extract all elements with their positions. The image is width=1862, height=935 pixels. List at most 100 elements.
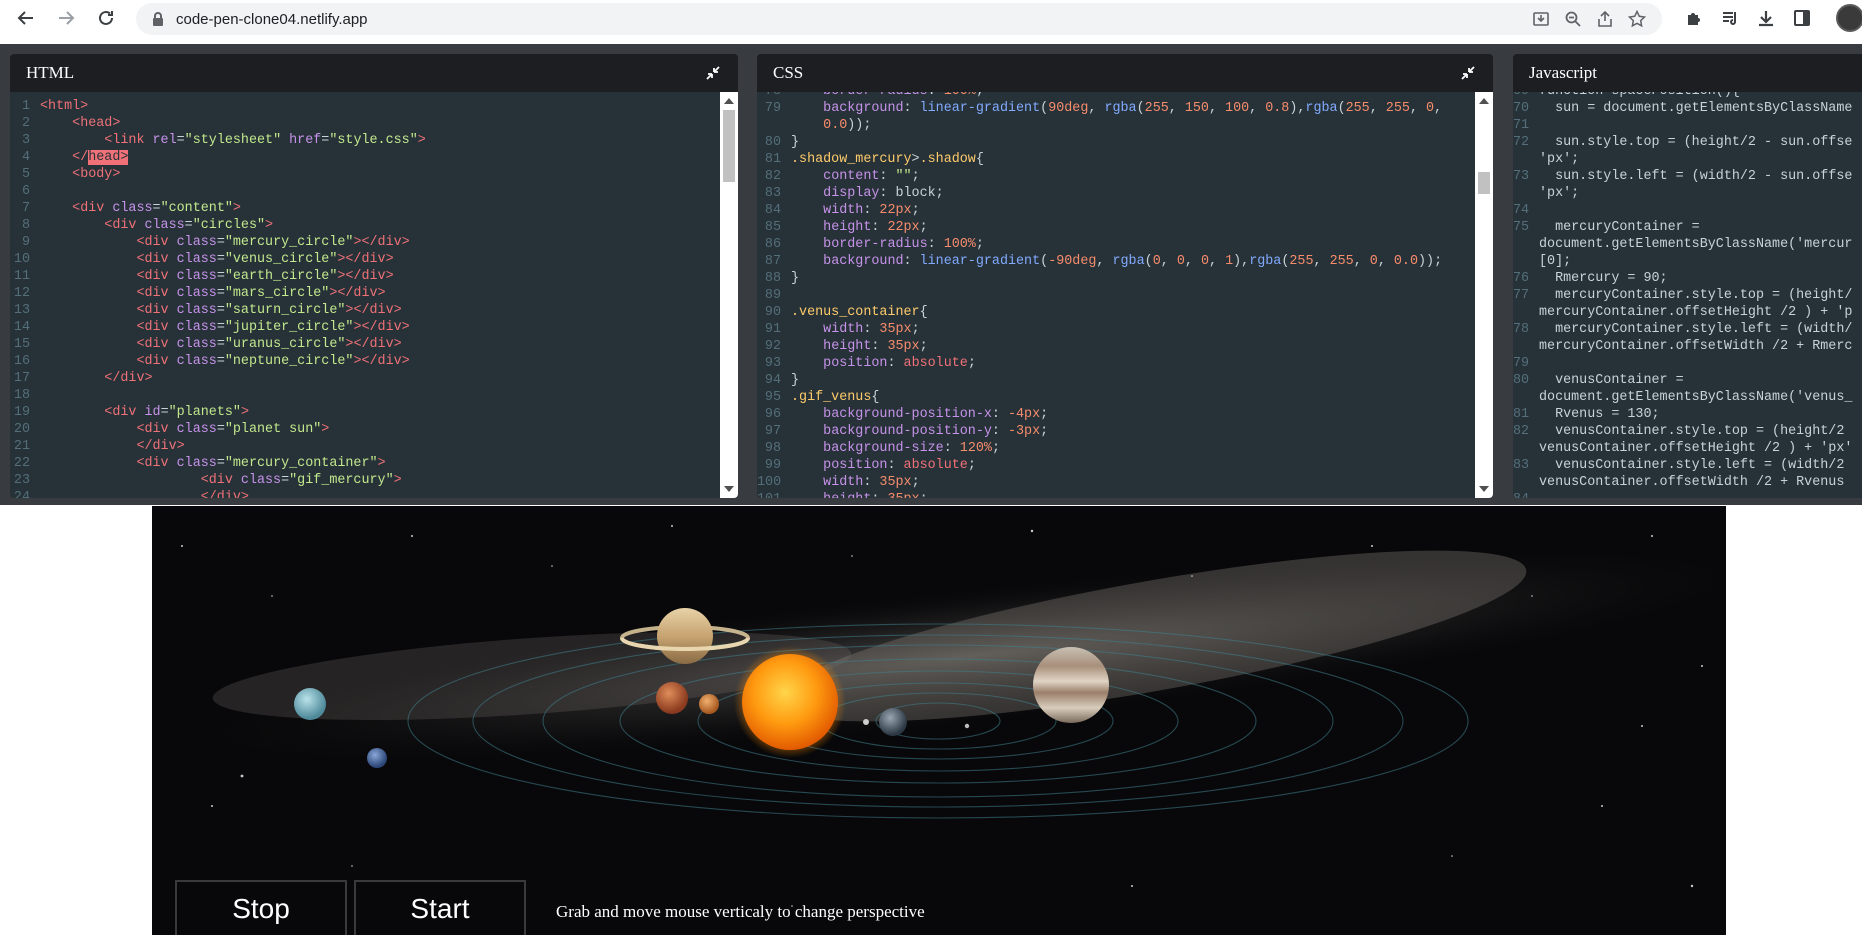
code-text: <div class="saturn_circle"></div>	[136, 303, 402, 318]
zoom-icon[interactable]	[1562, 8, 1584, 30]
code-line: 5 <body>	[10, 166, 720, 183]
code-text: document.getElementsByClassName('mercur	[1539, 237, 1853, 252]
download-icon[interactable]	[1752, 4, 1780, 32]
media-queue-icon[interactable]	[1716, 4, 1744, 32]
line-number: 100	[757, 475, 782, 490]
code-line: 71	[1513, 117, 1862, 134]
extensions-puzzle-icon[interactable]	[1680, 4, 1708, 32]
code-text: }	[791, 271, 800, 286]
code-text: width: 22px;	[823, 203, 920, 218]
code-text: mercuryContainer =	[1539, 220, 1700, 235]
code-line: 82 content: "";	[757, 168, 1475, 185]
code-text: <div class="planet sun">	[136, 422, 330, 437]
code-line: 74	[1513, 202, 1862, 219]
css-panel-header: CSS	[757, 54, 1493, 92]
code-line: 84 width: 22px;	[757, 202, 1475, 219]
line-number: 17	[13, 371, 30, 386]
code-text: </div>	[104, 371, 153, 386]
html-code-editor[interactable]: 1 <html> 2 <head> 3 <link rel="stylesheet" …	[10, 92, 738, 498]
line-number: 86	[764, 237, 781, 252]
line-number: 88	[764, 271, 781, 286]
code-text: <div class="uranus_circle"></div>	[136, 337, 402, 352]
line-number: 78	[1513, 322, 1530, 337]
url-text: code-pen-clone04.netlify.app	[176, 10, 368, 28]
html-panel: HTML 1 <html> 2 <head> 3 <link rel="stylesh…	[10, 54, 738, 498]
line-number: 90	[764, 305, 781, 320]
code-line: 98 background-size: 120%;	[757, 440, 1475, 457]
code-line: 14 <div class="jupiter_circle"></div>	[10, 319, 720, 336]
code-line: 15 <div class="uranus_circle"></div>	[10, 336, 720, 353]
code-text: border-radius: 100%;	[791, 92, 984, 100]
code-line: 80}	[757, 134, 1475, 151]
code-line: 97 background-position-y: -3px;	[757, 423, 1475, 440]
line-number: 89	[764, 288, 781, 303]
line-number: 23	[13, 473, 30, 488]
css-code-editor[interactable]: 78 border-radius: 100%;79 background: li…	[757, 92, 1493, 498]
html-scrollbar[interactable]	[720, 92, 738, 498]
reload-button[interactable]	[90, 2, 122, 34]
stop-button[interactable]: Stop	[175, 880, 347, 935]
code-text: .venus_container{	[791, 305, 928, 320]
line-number: 94	[764, 373, 781, 388]
code-text: height: 35px;	[823, 339, 928, 354]
back-button[interactable]	[10, 2, 42, 34]
uranus	[294, 688, 326, 720]
install-app-icon[interactable]	[1530, 8, 1552, 30]
code-text: venusContainer =	[1539, 373, 1684, 388]
line-number	[1513, 151, 1539, 168]
solar-system-output[interactable]	[152, 506, 1726, 935]
code-text: <div class="venus_circle"></div>	[136, 252, 394, 267]
line-number	[1513, 474, 1539, 491]
code-line: 'px';	[1513, 185, 1862, 202]
code-line: 6	[10, 183, 720, 200]
line-number: 97	[764, 424, 781, 439]
line-number	[1513, 253, 1539, 270]
code-text: <div class="neptune_circle"></div>	[136, 354, 410, 369]
code-line: 100 width: 35px;	[757, 474, 1475, 491]
code-text: }	[791, 373, 800, 388]
line-number: 101	[757, 491, 791, 498]
line-number: 87	[764, 254, 781, 269]
start-button[interactable]: Start	[354, 880, 526, 935]
line-number: 3	[21, 133, 30, 148]
code-text: mercuryContainer.style.left = (width/	[1539, 322, 1853, 337]
line-number: 70	[1513, 101, 1530, 116]
css-scrollbar[interactable]	[1475, 92, 1493, 498]
bookmark-star-icon[interactable]	[1626, 8, 1648, 30]
code-text: background-position-x: -4px;	[823, 407, 1049, 422]
code-text: <div class="jupiter_circle"></div>	[136, 320, 410, 335]
line-number: 83	[764, 186, 781, 201]
collapse-icon[interactable]	[704, 64, 722, 82]
code-line: 84	[1513, 491, 1862, 498]
code-line: 12 <div class="mars_circle"></div>	[10, 285, 720, 302]
line-number: 81	[1513, 407, 1530, 422]
line-number	[1513, 440, 1539, 457]
code-text: venusContainer.style.top = (height/2	[1539, 424, 1853, 439]
code-line: 87 background: linear-gradient(-90deg, r…	[757, 253, 1475, 270]
profile-avatar[interactable]	[1836, 4, 1862, 32]
share-icon[interactable]	[1594, 8, 1616, 30]
line-number: 79	[1513, 356, 1530, 371]
code-line: 19 <div id="planets">	[10, 404, 720, 421]
code-text: position: absolute;	[823, 458, 976, 473]
forward-button[interactable]	[50, 2, 82, 34]
code-line: 11 <div class="earth_circle"></div>	[10, 268, 720, 285]
line-number: 22	[13, 456, 30, 471]
line-number: 21	[13, 439, 30, 454]
line-number: 72	[1513, 135, 1530, 150]
code-line: 93 position: absolute;	[757, 355, 1475, 372]
code-line: document.getElementsByClassName('venus_	[1513, 389, 1862, 406]
code-text: background: linear-gradient(90deg, rgba(…	[823, 101, 1443, 116]
collapse-icon[interactable]	[1459, 64, 1477, 82]
line-number: 82	[764, 169, 781, 184]
code-line: 90 .venus_container{	[757, 304, 1475, 321]
code-line: 21 </div>	[10, 438, 720, 455]
js-code-editor[interactable]: 69function spacePosition(){70 sun = docu…	[1513, 92, 1862, 498]
line-number: 18	[13, 388, 30, 403]
perspective-hint: Grab and move mouse verticaly to change …	[556, 902, 925, 921]
line-number: 82	[1513, 424, 1530, 439]
side-panel-icon[interactable]	[1788, 4, 1816, 32]
line-number: 20	[13, 422, 30, 437]
code-text: <div class="circles">	[104, 218, 274, 233]
address-bar[interactable]: code-pen-clone04.netlify.app	[136, 3, 1662, 35]
